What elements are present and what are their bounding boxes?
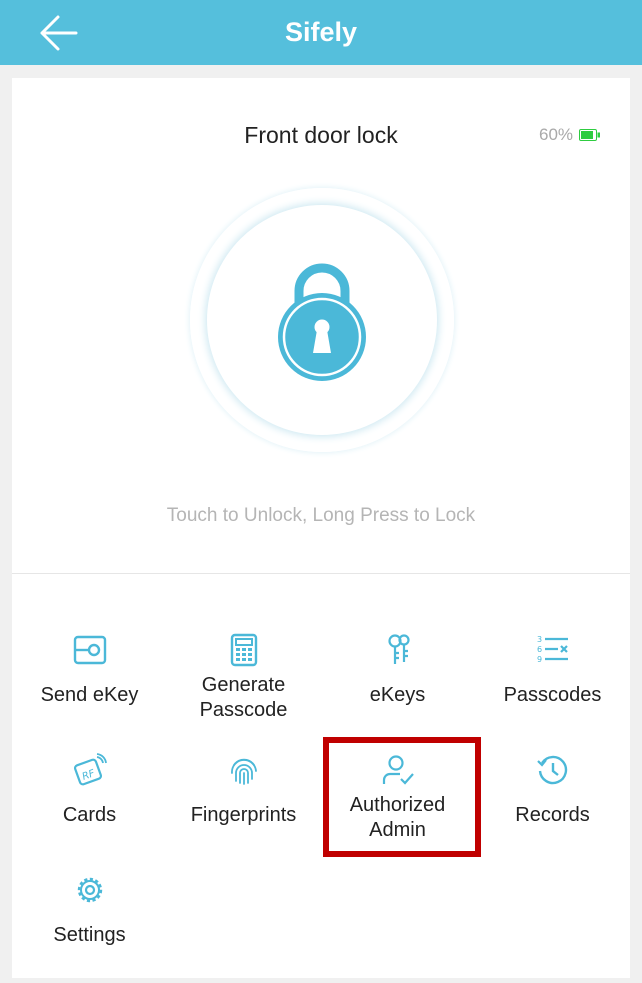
unlock-hint: Touch to Unlock, Long Press to Lock [166, 505, 476, 526]
unlock-button-inner [207, 205, 437, 435]
history-icon [537, 755, 568, 785]
menu-item-label: Records [515, 804, 590, 826]
menu-item-fingerprints[interactable]: Fingerprints [166, 753, 321, 863]
gear-icon [77, 877, 103, 903]
menu-item-generate-passcode[interactable]: Generate Passcode [166, 633, 321, 743]
battery-icon [579, 129, 601, 141]
app-header: Sifely [0, 0, 642, 65]
unlock-button[interactable] [190, 188, 454, 452]
menu-item-label: eKeys [369, 684, 426, 706]
highlight-box [323, 737, 481, 857]
menu-item-label: Fingerprints [190, 804, 297, 826]
rf-card-icon: RF [73, 753, 107, 786]
svg-text:6: 6 [537, 645, 542, 654]
padlock-icon [278, 263, 366, 381]
menu-item-label: Settings [53, 924, 126, 946]
menu-item-cards[interactable]: RF Cards [12, 753, 167, 863]
svg-text:3: 3 [537, 635, 542, 644]
menu-item-ekeys[interactable]: eKeys [320, 633, 475, 743]
section-divider [12, 573, 630, 574]
menu-item-settings[interactable]: Settings [12, 873, 167, 983]
menu-item-label: Send eKey [40, 684, 139, 706]
calculator-icon [230, 633, 258, 667]
app-title: Sifely [284, 17, 358, 47]
menu-item-label: Cards [62, 804, 117, 826]
battery-status: 60% [539, 125, 601, 145]
send-ekey-icon [73, 635, 107, 665]
menu-item-send-ekey[interactable]: Send eKey [12, 633, 167, 743]
battery-percent: 60% [539, 125, 574, 144]
menu-item-passcodes[interactable]: 3 6 9 Passcodes [475, 633, 630, 743]
svg-text:9: 9 [537, 655, 542, 664]
keys-icon [388, 634, 410, 664]
lock-name: Front door lock [244, 122, 398, 148]
menu-item-label: Generate Passcode [199, 674, 288, 721]
menu-item-records[interactable]: Records [475, 753, 630, 863]
passcode-list-icon: 3 6 9 [537, 635, 568, 664]
menu-item-label: Passcodes [503, 684, 602, 706]
fingerprint-icon [231, 758, 257, 785]
